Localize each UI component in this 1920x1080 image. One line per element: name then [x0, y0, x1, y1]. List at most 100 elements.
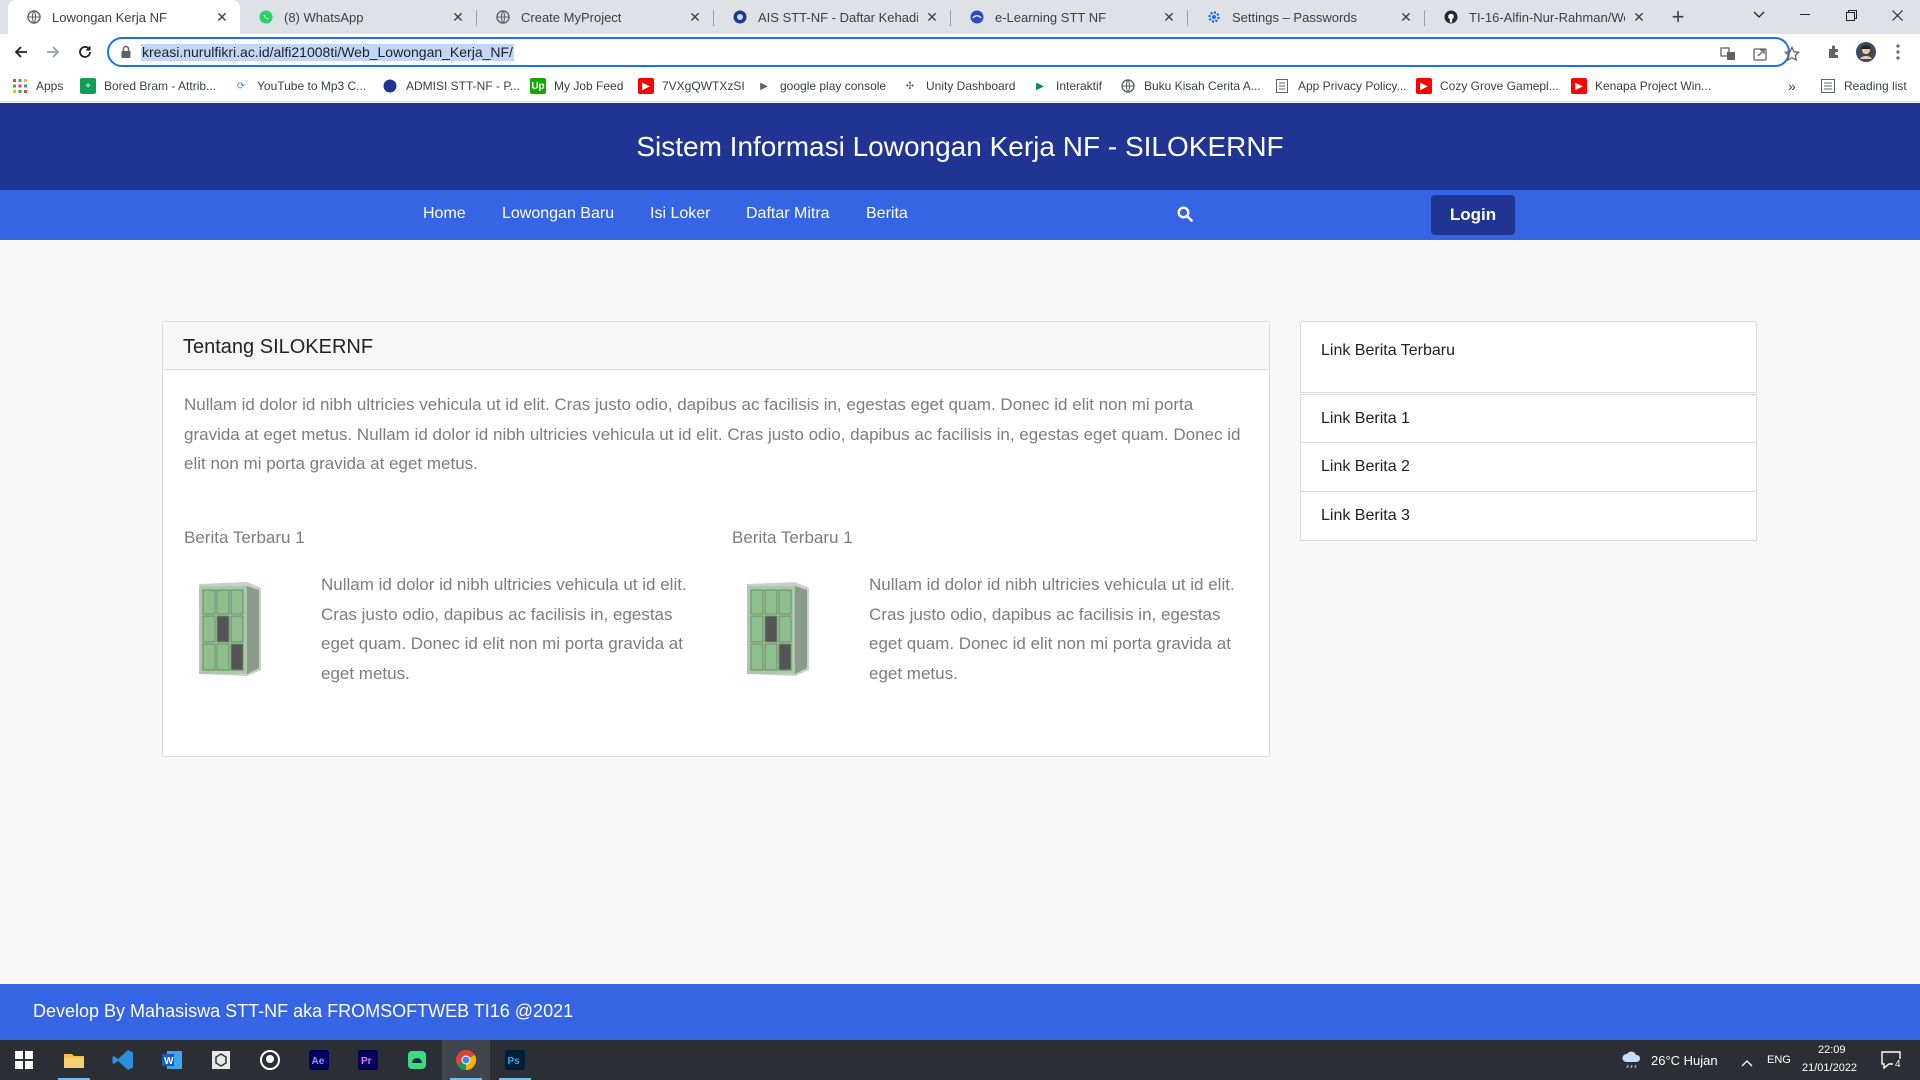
svg-text:W: W — [164, 1056, 174, 1067]
intro-text: Nullam id dolor id nibh ultricies vehicu… — [184, 395, 1241, 473]
reload-icon — [79, 46, 91, 58]
bookmark-item[interactable]: ✣ Unity Dashboard — [902, 77, 1016, 95]
news-body: Nullam id dolor id nibh ultricies vehicu… — [321, 575, 687, 683]
share-icon[interactable] — [1751, 45, 1769, 63]
translate-icon[interactable] — [1719, 45, 1737, 63]
close-icon[interactable]: ✕ — [1631, 9, 1647, 25]
tab-ais-stt-nf[interactable]: AIS STT-NF - Daftar Kehadiran ✕ — [714, 0, 950, 34]
tab-whatsapp[interactable]: (8) WhatsApp ✕ — [240, 0, 476, 34]
sidebar-link-2[interactable]: Link Berita 2 — [1300, 443, 1757, 492]
tab-github[interactable]: TI-16-Alfin-Nur-Rahman/Web_L ✕ — [1425, 0, 1657, 34]
menu-icon[interactable] — [1888, 42, 1908, 62]
close-icon[interactable]: ✕ — [687, 9, 703, 25]
tab-elearning[interactable]: e-Learning STT NF ✕ — [951, 0, 1187, 34]
premiere-pro-icon[interactable]: Pr — [344, 1040, 392, 1080]
bookmark-item[interactable]: App Privacy Policy... — [1274, 77, 1406, 95]
svg-text:Pr: Pr — [361, 1056, 372, 1067]
android-studio-icon[interactable] — [393, 1040, 441, 1080]
tab-lowongan-kerja[interactable]: Lowongan Kerja NF ✕ — [8, 0, 240, 34]
tray-chevron-icon[interactable] — [1741, 1054, 1753, 1072]
tab-title: AIS STT-NF - Daftar Kehadiran — [758, 9, 918, 25]
reload-button[interactable] — [71, 38, 99, 66]
reading-list-label: Reading list — [1844, 79, 1907, 93]
notification-count: 4 — [1893, 1059, 1903, 1070]
new-tab-button[interactable]: + — [1664, 3, 1692, 31]
bookmark-item[interactable]: ADMISI STT-NF - P... — [382, 77, 520, 95]
star-icon[interactable] — [1783, 45, 1801, 63]
windows-icon — [15, 1051, 33, 1069]
close-icon[interactable]: ✕ — [450, 9, 466, 25]
nav-home[interactable]: Home — [423, 205, 466, 223]
bookmark-apps[interactable]: Apps — [12, 77, 63, 95]
unity-hub-icon[interactable] — [197, 1040, 245, 1080]
bookmark-item[interactable]: ▶ 7VXgQWTXzSI — [638, 77, 745, 95]
url-text[interactable]: kreasi.nurulfikri.ac.id/alfi21008ti/Web_… — [141, 44, 514, 61]
whatsapp-icon — [258, 9, 274, 25]
address-bar[interactable]: kreasi.nurulfikri.ac.id/alfi21008ti/Web_… — [107, 37, 1800, 67]
sidebar-title: Link Berita Terbaru — [1300, 321, 1757, 393]
word-icon[interactable]: W — [148, 1040, 196, 1080]
bookmark-item[interactable]: ▶ google play console — [756, 77, 886, 95]
play-icon: ▶ — [760, 80, 768, 92]
nav-isi-loker[interactable]: Isi Loker — [650, 205, 710, 223]
vscode-icon[interactable] — [99, 1040, 147, 1080]
youtube-icon: ▶ — [1571, 78, 1587, 94]
bookmark-item[interactable]: Up My Job Feed — [530, 77, 623, 95]
bookmark-label: Bored Bram - Attrib... — [104, 79, 217, 93]
file-explorer-icon[interactable] — [50, 1040, 98, 1080]
bookmark-item[interactable]: ▶ Cozy Grove Gamepl... — [1416, 77, 1559, 95]
minimize-button[interactable] — [1782, 0, 1828, 30]
nav-lowongan-baru[interactable]: Lowongan Baru — [502, 205, 614, 223]
bookmark-label: google play console — [780, 79, 887, 93]
unity-icon: ✣ — [905, 80, 915, 92]
sidebar-link-3[interactable]: Link Berita 3 — [1300, 492, 1757, 541]
avatar[interactable] — [1856, 42, 1876, 62]
after-effects-icon[interactable]: Ae — [295, 1040, 343, 1080]
news-item: Berita Terbaru 1 Nullam id dolor id nibh… — [184, 528, 704, 688]
tab-create-myproject[interactable]: Create MyProject ✕ — [477, 0, 713, 34]
bookmark-item[interactable]: ▶ Interaktif — [1032, 77, 1102, 95]
photoshop-icon[interactable]: Ps — [491, 1040, 539, 1080]
start-button[interactable] — [0, 1040, 48, 1080]
youtube-icon: ▶ — [1416, 78, 1432, 94]
search-icon[interactable] — [1177, 206, 1193, 227]
reading-list-button[interactable]: Reading list — [1820, 77, 1907, 95]
tab-title: (8) WhatsApp — [284, 9, 364, 25]
bookmarks-overflow-button[interactable]: » — [1788, 77, 1796, 95]
chrome-icon[interactable] — [442, 1040, 490, 1080]
plus-doc-icon: + — [80, 78, 96, 94]
bookmark-item[interactable]: Buku Kisah Cerita A... — [1120, 77, 1261, 95]
clock-date[interactable]: 21/01/2022 — [1802, 1062, 1857, 1074]
close-icon[interactable]: ✕ — [1398, 9, 1414, 25]
bookmark-item[interactable]: ⟳ YouTube to Mp3 C... — [233, 77, 366, 95]
weather-icon[interactable] — [1620, 1049, 1644, 1076]
restore-button[interactable] — [1828, 0, 1874, 30]
tab-search-icon[interactable] — [1736, 0, 1782, 30]
bookmark-item[interactable]: + Bored Bram - Attrib... — [80, 77, 216, 95]
login-button[interactable]: Login — [1431, 195, 1515, 235]
close-icon[interactable]: ✕ — [214, 9, 230, 25]
site-footer: Develop By Mahasiswa STT-NF aka FROMSOFT… — [0, 984, 1920, 1040]
ais-icon — [732, 9, 748, 25]
tab-settings-passwords[interactable]: Settings – Passwords ✕ — [1188, 0, 1424, 34]
extensions-icon[interactable] — [1824, 42, 1844, 62]
bookmark-item[interactable]: ▶ Kenapa Project Win... — [1571, 77, 1711, 95]
globe-icon — [1120, 78, 1136, 94]
nav-daftar-mitra[interactable]: Daftar Mitra — [746, 205, 830, 223]
sidebar-link-1[interactable]: Link Berita 1 — [1300, 394, 1757, 443]
lock-icon[interactable] — [120, 45, 132, 64]
arrow-left-icon — [14, 46, 27, 58]
github-desktop-icon[interactable] — [246, 1040, 294, 1080]
back-button[interactable] — [7, 38, 35, 66]
tab-strip: Lowongan Kerja NF ✕ (8) WhatsApp ✕ Creat… — [0, 0, 1920, 34]
clock-time[interactable]: 22:09 — [1818, 1044, 1846, 1056]
weather-text[interactable]: 26°C Hujan — [1651, 1053, 1718, 1068]
close-icon[interactable]: ✕ — [1161, 9, 1177, 25]
close-icon[interactable]: ✕ — [924, 9, 940, 25]
close-window-button[interactable] — [1874, 0, 1920, 30]
bookmark-label: YouTube to Mp3 C... — [257, 79, 367, 93]
forward-button[interactable] — [39, 38, 67, 66]
globe-icon — [495, 9, 511, 25]
nav-berita[interactable]: Berita — [866, 205, 908, 223]
language-indicator[interactable]: ENG — [1767, 1054, 1791, 1066]
